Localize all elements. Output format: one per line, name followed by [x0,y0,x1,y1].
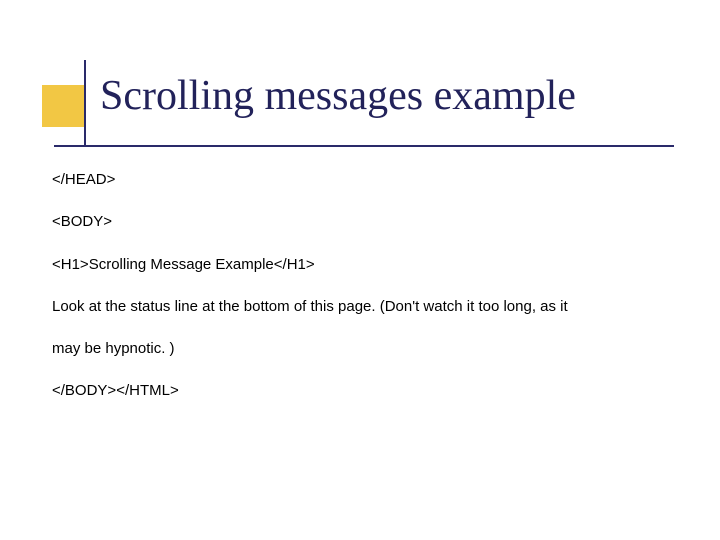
body-text: may be hypnotic. ) [52,339,660,359]
body-text: Look at the status line at the bottom of… [52,297,660,317]
code-line: <H1>Scrolling Message Example</H1> [52,255,660,275]
slide-body: </HEAD> <BODY> <H1>Scrolling Message Exa… [52,170,660,424]
accent-square [42,85,84,127]
slide-title: Scrolling messages example [100,72,576,120]
code-line: </HEAD> [52,170,660,190]
vertical-rule [84,60,86,145]
code-line: <BODY> [52,212,660,232]
code-line: </BODY></HTML> [52,381,660,401]
slide-decoration [42,85,86,147]
horizontal-rule [54,145,674,147]
